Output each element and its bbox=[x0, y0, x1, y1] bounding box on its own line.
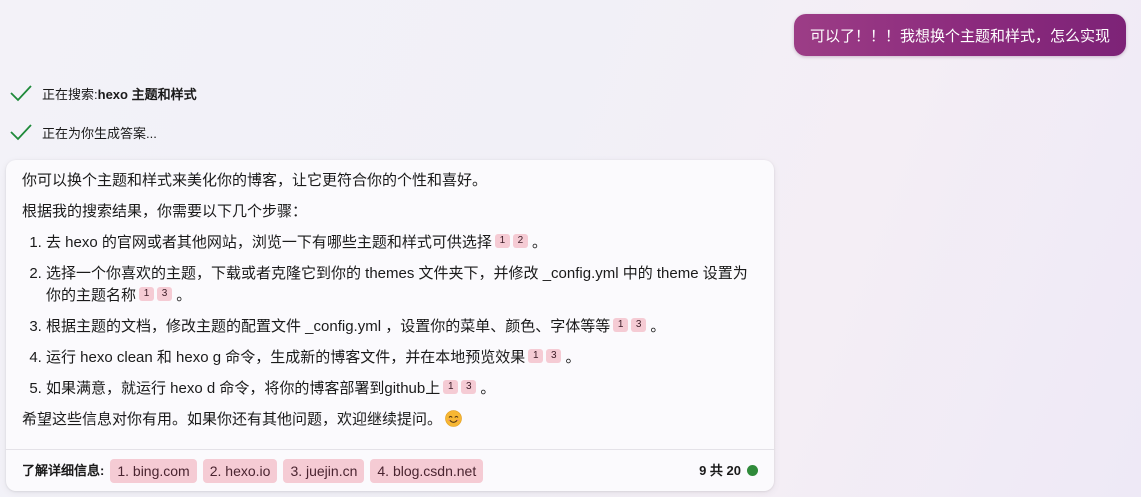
step-tail: 。 bbox=[480, 380, 496, 397]
turn-counter: 9 共 20 bbox=[699, 460, 758, 482]
citation-badge[interactable]: 1 bbox=[139, 287, 155, 301]
step-text: 根据主题的文档，修改主题的配置文件 _config.yml ，设置你的菜单、颜色… bbox=[46, 318, 611, 335]
answer-lead: 根据我的搜索结果，你需要以下几个步骤： bbox=[22, 203, 308, 220]
citation-badge[interactable]: 1 bbox=[528, 349, 544, 363]
user-message-text: 可以了！！！我想换个主题和样式，怎么实现 bbox=[809, 27, 1110, 45]
learn-more-label: 了解详细信息: bbox=[22, 462, 105, 478]
step-item: 去 hexo 的官网或者其他网站，浏览一下有哪些主题和样式可供选择12 。 bbox=[46, 232, 758, 254]
search-status-query: hexo 主题和样式 bbox=[97, 86, 197, 102]
checkmark-icon bbox=[8, 83, 34, 103]
answer-closing: 希望这些信息对你有用。如果你还有其他问题，欢迎继续提问。 bbox=[22, 409, 758, 431]
search-status-prefix: 正在搜索: bbox=[42, 86, 98, 102]
step-tail: 。 bbox=[532, 234, 548, 251]
answer-body: 你可以换个主题和样式来美化你的博客，让它更符合你的个性和喜好。 根据我的搜索结果… bbox=[22, 170, 758, 431]
step-item: 运行 hexo clean 和 hexo g 命令，生成新的博客文件，并在本地预… bbox=[46, 347, 758, 369]
source-link-bing[interactable]: 1. bing.com bbox=[110, 458, 197, 483]
learn-more-bar: 了解详细信息: 1. bing.com 2. hexo.io 3. juejin… bbox=[6, 449, 774, 491]
citation-badge[interactable]: 3 bbox=[461, 380, 477, 394]
search-status: 正在搜索: hexo 主题和样式 bbox=[8, 83, 197, 103]
source-link-hexo[interactable]: 2. hexo.io bbox=[202, 458, 278, 483]
generating-status-text: 正在为你生成答案... bbox=[42, 125, 157, 141]
step-item: 选择一个你喜欢的主题，下载或者克隆它到你的 themes 文件夹下，并修改 _c… bbox=[46, 263, 758, 307]
answer-card: 你可以换个主题和样式来美化你的博客，让它更符合你的个性和喜好。 根据我的搜索结果… bbox=[6, 160, 774, 491]
step-tail: 。 bbox=[650, 318, 666, 335]
citation-badge[interactable]: 3 bbox=[546, 349, 562, 363]
source-link-juejin[interactable]: 3. juejin.cn bbox=[283, 458, 365, 483]
user-message-bubble: 可以了！！！我想换个主题和样式，怎么实现 bbox=[793, 14, 1126, 56]
smiling-face-emoji-icon bbox=[445, 410, 462, 427]
step-text: 如果满意，就运行 hexo d 命令，将你的博客部署到github上 bbox=[46, 380, 441, 397]
step-item: 如果满意，就运行 hexo d 命令，将你的博客部署到github上13 。 bbox=[46, 378, 758, 400]
checkmark-icon bbox=[8, 122, 34, 142]
step-text: 去 hexo 的官网或者其他网站，浏览一下有哪些主题和样式可供选择 bbox=[46, 234, 492, 251]
answer-intro: 你可以换个主题和样式来美化你的博客，让它更符合你的个性和喜好。 bbox=[22, 172, 488, 189]
step-tail: 。 bbox=[565, 349, 581, 366]
citation-badge[interactable]: 3 bbox=[631, 318, 647, 332]
generating-status: 正在为你生成答案... bbox=[8, 122, 157, 142]
citation-badge[interactable]: 2 bbox=[512, 234, 528, 248]
step-tail: 。 bbox=[176, 287, 192, 304]
step-item: 根据主题的文档，修改主题的配置文件 _config.yml ，设置你的菜单、颜色… bbox=[46, 316, 758, 338]
source-link-csdn[interactable]: 4. blog.csdn.net bbox=[370, 458, 484, 483]
citation-badge[interactable]: 1 bbox=[494, 234, 510, 248]
steps-list: 去 hexo 的官网或者其他网站，浏览一下有哪些主题和样式可供选择12 。 选择… bbox=[22, 232, 758, 400]
step-text: 运行 hexo clean 和 hexo g 命令，生成新的博客文件，并在本地预… bbox=[46, 349, 526, 366]
closing-text: 希望这些信息对你有用。如果你还有其他问题，欢迎继续提问。 bbox=[22, 411, 443, 428]
turn-counter-text: 9 共 20 bbox=[699, 462, 741, 478]
citation-badge[interactable]: 1 bbox=[613, 318, 629, 332]
citation-badge[interactable]: 3 bbox=[157, 287, 173, 301]
citation-badge[interactable]: 1 bbox=[443, 380, 459, 394]
status-dot-icon bbox=[747, 465, 758, 476]
